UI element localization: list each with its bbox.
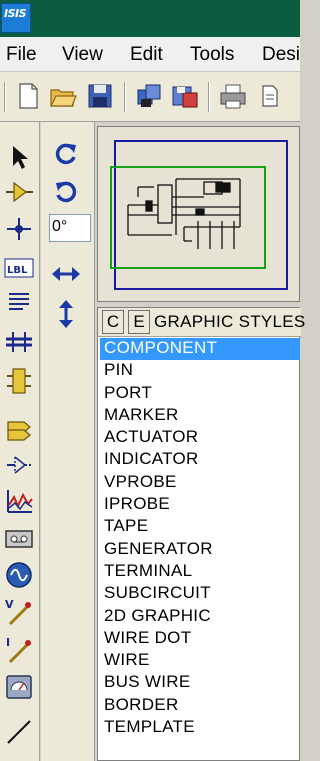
device-pin-icon[interactable]	[3, 450, 35, 480]
new-file-icon[interactable]	[14, 81, 42, 111]
menu-bar: File View Edit Tools Desi	[0, 37, 300, 72]
component-icon[interactable]	[3, 177, 35, 207]
style-list-item[interactable]: 2D GRAPHIC	[100, 606, 300, 628]
style-list-item[interactable]: COMPONENT	[100, 338, 300, 361]
overview-view-frame	[110, 166, 266, 269]
import-icon[interactable]	[135, 81, 163, 111]
isis-window: ISIS File View Edit Tools Desi LBL V I 0…	[0, 0, 305, 761]
text-script-icon[interactable]	[3, 286, 35, 316]
orientation-toolbar: 0°	[41, 122, 95, 761]
mirror-vertical-icon[interactable]	[49, 298, 83, 330]
style-list-item[interactable]: VPROBE	[100, 472, 300, 494]
style-list-item[interactable]: IPROBE	[100, 494, 300, 516]
menu-edit[interactable]: Edit	[130, 44, 163, 66]
tape-recorder-icon[interactable]	[3, 524, 35, 554]
bus-icon[interactable]	[3, 326, 35, 356]
subcircuit-icon[interactable]	[3, 366, 35, 396]
style-list-item[interactable]: INDICATOR	[100, 449, 300, 471]
style-list-item[interactable]: TAPE	[100, 516, 300, 538]
graph-icon[interactable]	[3, 486, 35, 516]
svg-text:V: V	[5, 598, 14, 611]
style-list-item[interactable]: BUS WIRE	[100, 672, 300, 694]
junction-dot-icon[interactable]	[3, 214, 35, 244]
virtual-instrument-icon[interactable]	[3, 672, 35, 702]
export-icon[interactable]	[170, 81, 198, 111]
style-list-item[interactable]: PORT	[100, 383, 300, 405]
save-icon[interactable]	[86, 81, 114, 111]
voltage-probe-icon[interactable]: V	[3, 597, 35, 627]
toolbar-separator	[208, 82, 210, 112]
main-toolbar	[0, 72, 300, 122]
svg-text:LBL: LBL	[7, 265, 28, 276]
menu-file[interactable]: File	[6, 44, 37, 66]
print-icon[interactable]	[218, 81, 246, 111]
page-setup-icon[interactable]	[256, 81, 284, 111]
app-logo-icon[interactable]: ISIS	[1, 3, 31, 33]
title-bar: ISIS	[0, 0, 300, 37]
e-button[interactable]: E	[128, 310, 150, 334]
wire-label-icon[interactable]: LBL	[3, 253, 35, 283]
rotation-angle-field[interactable]: 0°	[49, 214, 91, 242]
selection-arrow-icon[interactable]	[3, 142, 35, 172]
mode-toolbar: LBL V I	[0, 122, 40, 761]
style-list-item[interactable]: GENERATOR	[100, 539, 300, 561]
overview-circuit-thumbnail	[127, 178, 241, 249]
style-list-item[interactable]: TERMINAL	[100, 561, 300, 583]
selector-title: GRAPHIC STYLES	[154, 312, 306, 331]
menu-design[interactable]: Desi	[262, 44, 300, 66]
style-list-item[interactable]: BORDER	[100, 695, 300, 717]
style-list-item[interactable]: WIRE DOT	[100, 628, 300, 650]
line-icon[interactable]	[3, 717, 35, 747]
graphic-styles-list: COMPONENT PIN PORT MARKER ACTUATOR INDICATOR V…	[100, 338, 300, 739]
menu-view[interactable]: View	[62, 44, 103, 66]
terminal-icon[interactable]	[3, 415, 35, 445]
mirror-horizontal-icon[interactable]	[49, 258, 83, 290]
menu-tools[interactable]: Tools	[190, 44, 234, 66]
style-list-item[interactable]: ACTUATOR	[100, 427, 300, 449]
rotate-anticlockwise-icon[interactable]	[49, 176, 83, 208]
style-list-item[interactable]: TEMPLATE	[100, 717, 300, 739]
overview-window[interactable]	[97, 126, 300, 302]
generator-icon[interactable]	[3, 560, 35, 590]
style-list-item[interactable]: WIRE	[100, 650, 300, 672]
open-folder-icon[interactable]	[48, 81, 77, 111]
style-list-item[interactable]: SUBCIRCUIT	[100, 583, 300, 605]
style-list-item[interactable]: PIN	[100, 360, 300, 382]
object-selector: C E GRAPHIC STYLES COMPONENT PIN PORT MARKE…	[97, 307, 305, 761]
current-probe-icon[interactable]: I	[3, 635, 35, 665]
selector-header: C E GRAPHIC STYLES	[98, 308, 305, 337]
toolbar-separator	[124, 82, 126, 112]
svg-text:I: I	[6, 636, 10, 649]
rotate-clockwise-icon[interactable]	[49, 138, 83, 170]
app-logo-text: ISIS	[4, 7, 27, 20]
toolbar-separator	[4, 82, 6, 112]
style-list-item[interactable]: MARKER	[100, 405, 300, 427]
c-button[interactable]: C	[102, 310, 124, 334]
